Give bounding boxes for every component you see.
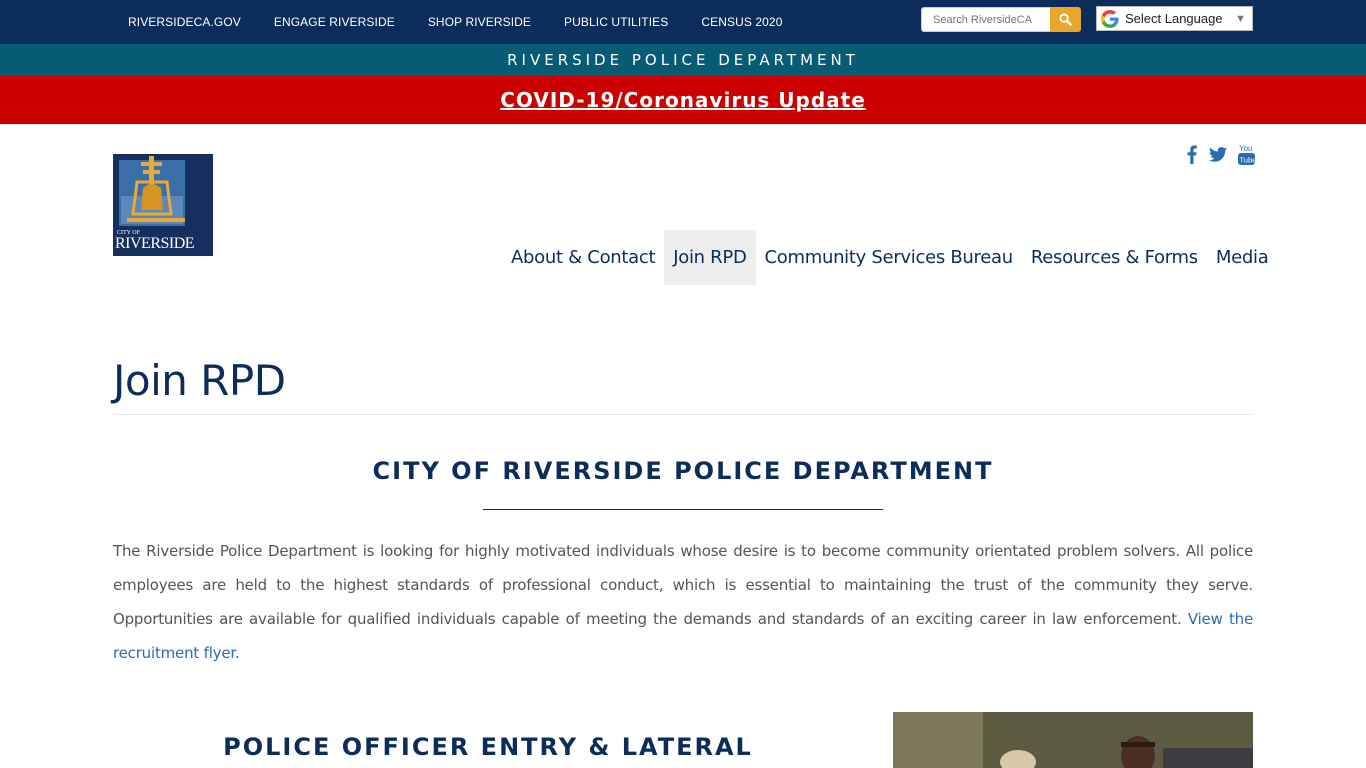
title-divider <box>113 414 1253 415</box>
logo-riverside-text: RIVERSIDE <box>115 235 195 252</box>
officer-entry-heading: POLICE OFFICER ENTRY & LATERAL <box>223 733 753 761</box>
utility-bar: RIVERSIDECA.GOV ENGAGE RIVERSIDE SHOP RI… <box>0 0 1366 44</box>
twitter-icon[interactable] <box>1209 146 1227 162</box>
svg-text:You: You <box>1239 144 1253 153</box>
covid-banner: COVID-19/Coronavirus Update <box>0 76 1366 124</box>
social-links: You Tube <box>1178 143 1255 165</box>
youtube-icon[interactable]: You Tube <box>1238 143 1255 165</box>
section-divider <box>483 509 883 510</box>
bell-emblem-icon <box>119 156 185 226</box>
intro-end: . <box>234 644 240 662</box>
utility-link-utilities[interactable]: PUBLIC UTILITIES <box>564 15 668 29</box>
search-button[interactable] <box>1050 7 1081 32</box>
intro-paragraph: The Riverside Police Department is looki… <box>113 534 1253 670</box>
language-label: Select Language <box>1125 11 1223 26</box>
nav-media[interactable]: Media <box>1207 230 1278 285</box>
intro-text: The Riverside Police Department is looki… <box>113 542 1253 628</box>
utility-links: RIVERSIDECA.GOV ENGAGE RIVERSIDE SHOP RI… <box>128 0 815 44</box>
chevron-down-icon: ▼ <box>1235 12 1246 25</box>
nav-community-services[interactable]: Community Services Bureau <box>756 230 1022 285</box>
search-icon <box>1059 13 1072 26</box>
section-heading: CITY OF RIVERSIDE POLICE DEPARTMENT <box>372 457 994 485</box>
google-icon <box>1101 9 1119 28</box>
recruits-photo <box>893 712 1253 768</box>
utility-link-shop[interactable]: SHOP RIVERSIDE <box>428 15 531 29</box>
page-title: Join RPD <box>113 356 286 405</box>
department-banner-text: RIVERSIDE POLICE DEPARTMENT <box>507 51 859 69</box>
nav-about-contact[interactable]: About & Contact <box>502 230 664 285</box>
nav-join-rpd[interactable]: Join RPD <box>664 230 756 285</box>
department-banner: RIVERSIDE POLICE DEPARTMENT <box>0 44 1366 76</box>
utility-link-riversideca[interactable]: RIVERSIDECA.GOV <box>128 15 241 29</box>
recruits-photo-image <box>893 712 1253 768</box>
facebook-icon[interactable] <box>1187 144 1197 164</box>
main-nav: About & Contact Join RPD Community Servi… <box>502 230 1277 285</box>
utility-link-census[interactable]: CENSUS 2020 <box>701 15 782 29</box>
utility-link-engage[interactable]: ENGAGE RIVERSIDE <box>274 15 395 29</box>
svg-text:Tube: Tube <box>1240 156 1256 165</box>
language-select[interactable]: Select Language ▼ <box>1096 6 1253 31</box>
city-logo[interactable]: CITY OF RIVERSIDE <box>113 154 213 256</box>
search-input[interactable] <box>921 7 1051 32</box>
nav-resources-forms[interactable]: Resources & Forms <box>1022 230 1207 285</box>
covid-update-link[interactable]: COVID-19/Coronavirus Update <box>500 88 866 112</box>
